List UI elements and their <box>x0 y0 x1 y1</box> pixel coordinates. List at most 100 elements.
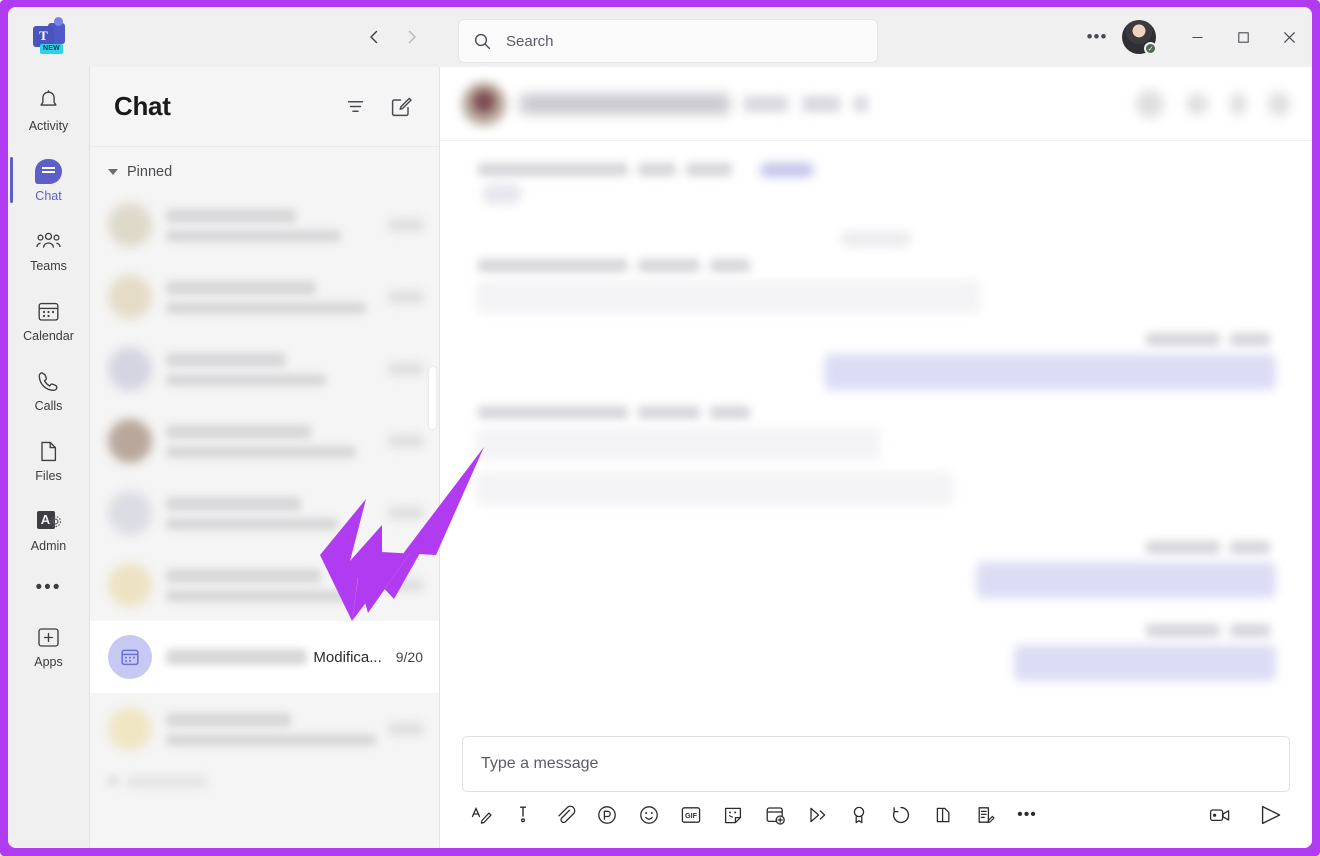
chat-list-scrollbar[interactable] <box>429 367 436 429</box>
teams-logo: T NEW <box>8 7 90 67</box>
more-options-icon[interactable] <box>1268 91 1290 116</box>
forward-arrow-icon[interactable] <box>396 21 428 53</box>
people-icon <box>35 228 62 256</box>
unread-badge <box>760 162 814 177</box>
avatar <box>108 491 152 535</box>
apps-icon[interactable] <box>930 802 956 828</box>
date-divider <box>476 231 1276 247</box>
message-group-outgoing <box>476 612 1276 681</box>
sidebar-item-apps[interactable]: Apps <box>8 611 90 681</box>
composer-more-options-icon[interactable]: ••• <box>1014 802 1040 828</box>
pinned-section-header[interactable]: Pinned <box>90 155 439 189</box>
chat-row-preview: Modifica... <box>313 648 382 666</box>
sidebar-item-files[interactable]: Files <box>8 425 90 495</box>
chat-list-header: Chat <box>90 67 439 147</box>
praise-icon[interactable] <box>846 802 872 828</box>
message-bubble-incoming[interactable] <box>476 427 881 461</box>
attach-file-icon[interactable] <box>552 802 578 828</box>
emoji-icon[interactable] <box>636 802 662 828</box>
list-item[interactable] <box>90 261 439 333</box>
list-item[interactable] <box>90 405 439 477</box>
message-bubble-chip[interactable] <box>482 184 522 204</box>
new-badge: NEW <box>40 44 63 54</box>
chat-list-scroll[interactable]: Pinned Modifica... 9/20 <box>90 147 439 848</box>
list-item-date <box>389 435 423 447</box>
list-item[interactable] <box>90 693 439 765</box>
tab-add[interactable] <box>854 95 868 112</box>
giphy-icon[interactable]: GIF <box>678 802 704 828</box>
search-input[interactable]: Search <box>458 19 878 63</box>
sidebar-item-calls[interactable]: Calls <box>8 355 90 425</box>
format-text-icon[interactable] <box>468 802 494 828</box>
message-bubble-outgoing[interactable] <box>976 562 1276 598</box>
list-item-date <box>389 507 423 519</box>
sidebar-label-activity: Activity <box>28 118 69 133</box>
stream-video-icon[interactable] <box>804 802 830 828</box>
phone-icon <box>36 368 61 396</box>
close-button[interactable] <box>1266 7 1312 67</box>
sidebar-item-chat[interactable]: Chat <box>8 145 90 215</box>
forms-icon[interactable] <box>972 802 998 828</box>
video-clip-icon[interactable] <box>1208 802 1234 828</box>
message-group-outgoing <box>476 529 1276 598</box>
list-item[interactable] <box>90 549 439 621</box>
recent-section-header[interactable] <box>90 765 439 799</box>
sidebar-item-admin[interactable]: A Admin <box>8 495 90 565</box>
message-input[interactable]: Type a message <box>462 736 1290 792</box>
settings-and-more-icon[interactable]: ••• <box>1080 20 1114 54</box>
list-item[interactable] <box>90 477 439 549</box>
message-bubble-incoming[interactable] <box>476 280 981 314</box>
svg-text:GIF: GIF <box>685 811 698 820</box>
tab-files[interactable] <box>802 95 840 112</box>
message-list[interactable] <box>440 141 1312 730</box>
avatar <box>108 203 152 247</box>
file-icon <box>36 438 61 466</box>
back-arrow-icon[interactable] <box>358 21 390 53</box>
list-item-date <box>389 291 423 303</box>
add-people-icon[interactable] <box>1136 89 1164 118</box>
message-group <box>476 257 1276 319</box>
sidebar-label-calls: Calls <box>34 398 63 413</box>
message-bubble-outgoing[interactable] <box>824 354 1276 390</box>
message-meta <box>1146 622 1270 639</box>
app-body: Activity Chat Teams Calendar Calls Files… <box>8 67 1312 848</box>
chat-row-selected[interactable]: Modifica... 9/20 <box>90 621 439 693</box>
list-item-date <box>389 219 423 231</box>
title-bar-right: ••• ✓ <box>1080 7 1312 67</box>
sidebar-item-teams[interactable]: Teams <box>8 215 90 285</box>
send-icon[interactable] <box>1258 802 1284 828</box>
minimize-button[interactable] <box>1174 7 1220 67</box>
sidebar-item-calendar[interactable]: Calendar <box>8 285 90 355</box>
message-bubble-outgoing[interactable] <box>1014 645 1276 681</box>
filter-icon[interactable] <box>339 91 371 123</box>
sidebar-item-activity[interactable]: Activity <box>8 75 90 145</box>
tab-chat[interactable] <box>744 95 788 112</box>
sidebar-label-chat: Chat <box>35 188 62 203</box>
maximize-button[interactable] <box>1220 7 1266 67</box>
schedule-meeting-icon[interactable] <box>762 802 788 828</box>
user-avatar[interactable]: ✓ <box>1122 20 1157 55</box>
admin-icon: A <box>36 508 61 536</box>
sticker-icon[interactable] <box>720 802 746 828</box>
list-item[interactable] <box>90 189 439 261</box>
composer: Type a message GIF ••• <box>440 730 1312 848</box>
sidebar-more-apps-icon[interactable]: ••• <box>8 565 90 611</box>
avatar <box>108 707 152 751</box>
sidebar-label-calendar: Calendar <box>23 328 74 343</box>
window-frame: T NEW Search ••• ✓ Activity Chat Teams C… <box>0 0 1320 856</box>
conversation-panel: Type a message GIF ••• <box>440 67 1312 848</box>
list-item-date <box>389 363 423 375</box>
video-call-icon[interactable] <box>1186 92 1208 115</box>
set-delivery-options-icon[interactable] <box>510 802 536 828</box>
sidebar-label-files: Files <box>35 468 62 483</box>
approvals-icon[interactable] <box>888 802 914 828</box>
message-meta <box>1146 331 1270 348</box>
new-chat-icon[interactable] <box>385 91 417 123</box>
search-in-chat-icon[interactable] <box>1230 91 1246 116</box>
conversation-header <box>440 67 1312 141</box>
message-meta <box>478 161 1276 178</box>
presence-available-icon: ✓ <box>1144 42 1157 55</box>
message-bubble-incoming[interactable] <box>476 472 954 506</box>
list-item[interactable] <box>90 333 439 405</box>
loop-component-icon[interactable] <box>594 802 620 828</box>
